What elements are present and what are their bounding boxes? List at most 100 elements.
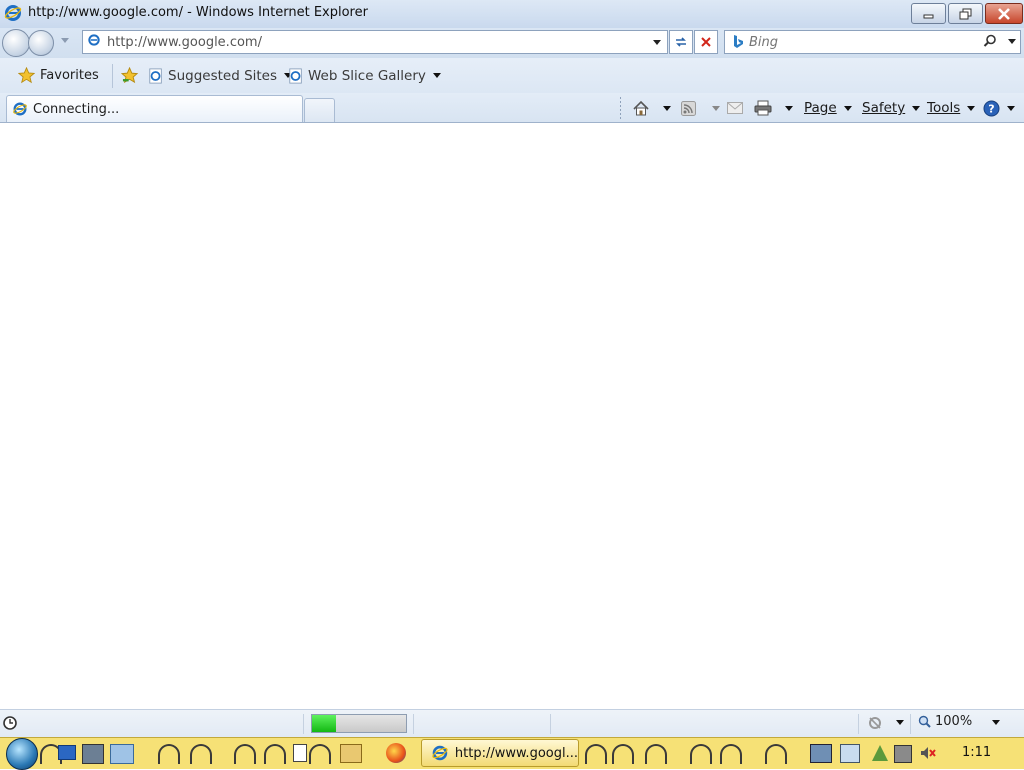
chevron-down-icon <box>785 105 793 111</box>
quick-launch-icon[interactable] <box>720 744 742 764</box>
print-button[interactable] <box>754 96 772 120</box>
document-icon[interactable] <box>293 744 307 762</box>
quick-launch-icon[interactable] <box>158 744 180 764</box>
print-dropdown[interactable] <box>782 96 793 120</box>
address-bar[interactable] <box>82 30 668 54</box>
firefox-icon[interactable] <box>386 743 406 763</box>
navigation-bar <box>0 28 1024 58</box>
feeds-dropdown[interactable] <box>709 96 720 120</box>
page-menu-label: Page <box>804 100 837 116</box>
home-icon <box>633 100 649 115</box>
help-menu[interactable]: ? <box>983 96 1015 120</box>
zoom-icon <box>918 715 931 728</box>
close-button[interactable] <box>985 3 1023 24</box>
home-button[interactable] <box>632 96 650 120</box>
tab-current[interactable]: Connecting... <box>6 95 303 122</box>
status-bar: 100% <box>0 709 1024 737</box>
ie-page-icon <box>289 67 302 84</box>
taskbar: http://www.googl... 1:11 <box>0 737 1024 770</box>
search-options-dropdown[interactable] <box>1008 39 1016 44</box>
quick-launch-icon[interactable] <box>690 744 712 764</box>
refresh-button[interactable] <box>669 30 693 54</box>
progress-fill <box>312 715 337 732</box>
close-icon <box>998 7 1010 20</box>
protected-mode-icon[interactable] <box>866 714 884 734</box>
page-menu[interactable]: Page <box>804 96 852 120</box>
help-icon: ? <box>983 100 1000 116</box>
web-slice-gallery-link[interactable]: Web Slice Gallery <box>288 62 441 89</box>
explorer-icon[interactable] <box>110 744 134 764</box>
star-icon <box>18 67 35 84</box>
tab-row: Connecting... Page Safety Tools ? <box>0 93 1024 123</box>
quick-launch-icon[interactable] <box>190 744 212 764</box>
ie-icon <box>432 745 448 761</box>
ie-icon <box>13 102 27 116</box>
chevron-down-icon[interactable] <box>896 720 904 725</box>
tab-title: Connecting... <box>33 101 120 117</box>
new-tab-button[interactable] <box>304 98 335 122</box>
page-icon <box>87 33 101 51</box>
bing-icon <box>734 35 743 48</box>
quick-launch-icon[interactable] <box>234 744 256 764</box>
status-separator <box>550 714 551 734</box>
quick-launch-icon[interactable] <box>264 744 286 764</box>
zoom-dropdown-icon[interactable] <box>992 720 1000 725</box>
show-desktop-icon[interactable] <box>58 745 76 760</box>
tray-window-icon[interactable] <box>840 744 860 763</box>
computer-icon[interactable] <box>82 744 104 764</box>
tools-menu[interactable]: Tools <box>927 96 976 120</box>
favorites-label: Favorites <box>40 68 99 83</box>
chevron-down-icon <box>912 105 921 111</box>
tray-device-icon[interactable] <box>894 745 912 763</box>
zoom-control[interactable]: 100% <box>918 714 972 729</box>
search-input[interactable] <box>749 34 969 50</box>
tools-menu-label: Tools <box>927 100 961 116</box>
quick-launch-icon[interactable] <box>645 744 667 764</box>
suggested-sites-link[interactable]: Suggested Sites <box>121 62 293 89</box>
minimize-button[interactable] <box>911 3 946 24</box>
volume-muted-icon[interactable] <box>919 744 937 762</box>
back-button[interactable] <box>2 29 30 57</box>
status-separator <box>858 714 859 734</box>
search-icon[interactable] <box>983 34 997 52</box>
read-mail-button[interactable] <box>727 96 743 120</box>
page-content[interactable] <box>0 123 1024 709</box>
refresh-icon <box>676 37 686 47</box>
restore-button[interactable] <box>948 3 983 24</box>
tray-notification-icon[interactable] <box>872 745 888 761</box>
window-title: http://www.google.com/ - Windows Interne… <box>28 5 368 20</box>
taskbar-clock[interactable]: 1:11 <box>962 745 991 760</box>
quick-launch-icon[interactable] <box>309 744 331 764</box>
safety-menu[interactable]: Safety <box>862 96 921 120</box>
feeds-button[interactable] <box>681 96 696 120</box>
suggested-sites-label: Suggested Sites <box>168 67 278 84</box>
taskbar-ie-window[interactable]: http://www.googl... <box>421 739 579 767</box>
busy-clock-icon <box>3 716 17 734</box>
address-dropdown-icon[interactable] <box>653 40 661 45</box>
favorites-button[interactable]: Favorites <box>10 62 107 89</box>
ie-icon <box>4 4 22 26</box>
nav-buttons <box>2 29 58 57</box>
status-separator <box>910 714 911 734</box>
title-bar: http://www.google.com/ - Windows Interne… <box>0 0 1024 28</box>
status-separator <box>413 714 414 734</box>
quick-launch-icon[interactable] <box>612 744 634 764</box>
search-box[interactable] <box>724 30 1021 54</box>
media-icon[interactable] <box>340 744 362 763</box>
quick-launch-icon[interactable] <box>585 744 607 764</box>
chevron-down-icon <box>712 105 720 111</box>
command-bar-grip <box>620 97 621 119</box>
start-button[interactable] <box>6 738 38 770</box>
address-input[interactable] <box>107 34 627 50</box>
quick-launch-icon[interactable] <box>765 744 787 764</box>
tray-network-icon[interactable] <box>810 744 832 763</box>
chevron-down-icon <box>843 105 852 111</box>
home-dropdown[interactable] <box>660 96 671 120</box>
add-favorites-icon <box>121 67 139 84</box>
recent-pages-dropdown[interactable] <box>61 38 69 43</box>
restore-icon <box>959 8 971 19</box>
chevron-down-icon <box>663 105 671 111</box>
web-slice-gallery-label: Web Slice Gallery <box>308 67 426 84</box>
stop-button[interactable] <box>694 30 718 54</box>
forward-button[interactable] <box>28 30 54 56</box>
